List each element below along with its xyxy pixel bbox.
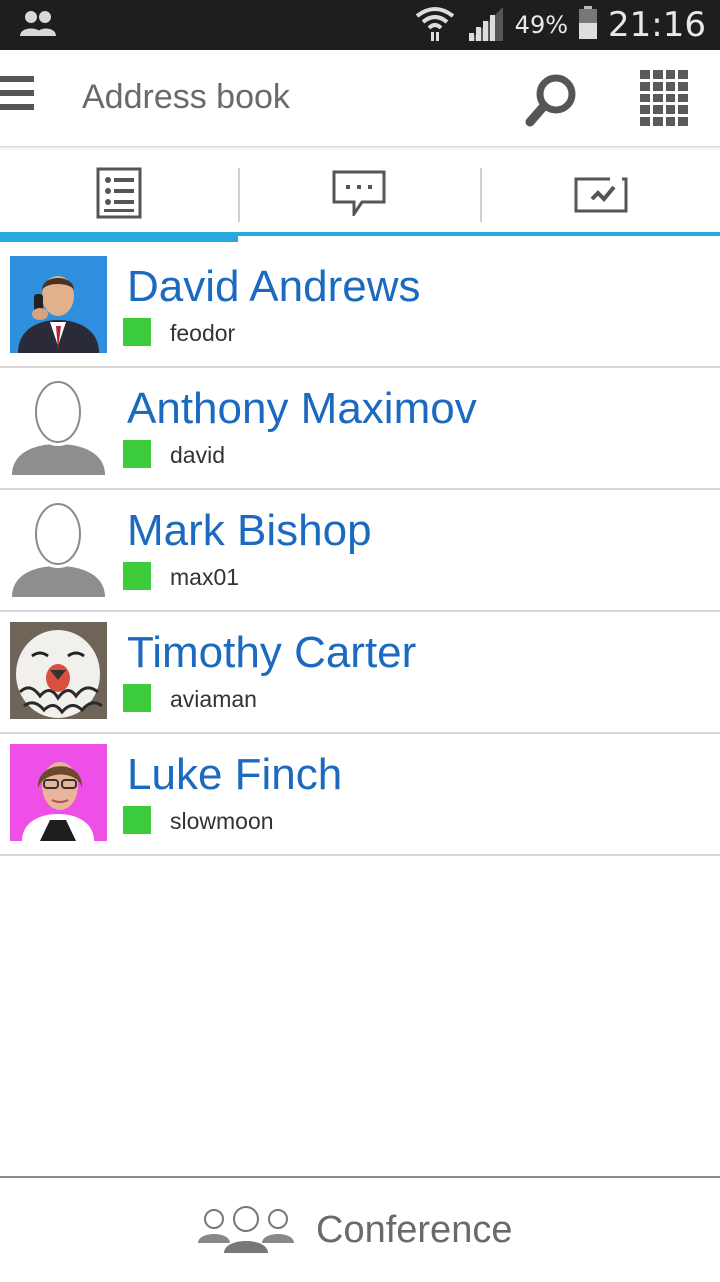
contact-name: Timothy Carter	[127, 628, 417, 677]
contact-name: David Andrews	[127, 262, 421, 311]
contact-login: aviaman	[170, 686, 257, 712]
bottom-bar: Conference	[0, 1176, 720, 1282]
tab-history[interactable]	[482, 150, 720, 240]
online-status-indicator	[123, 318, 151, 346]
call-history-icon	[574, 173, 628, 218]
battery-percent: 49%	[514, 11, 569, 39]
online-status-indicator	[123, 562, 151, 590]
avatar	[10, 744, 107, 841]
list-item[interactable]: David Andrews feodor	[0, 246, 720, 368]
contact-login: david	[170, 442, 225, 468]
page-title: Address book	[82, 78, 290, 116]
online-status-indicator	[123, 684, 151, 712]
avatar	[10, 256, 107, 353]
contact-name: Mark Bishop	[127, 506, 372, 555]
app-bar: Address book	[0, 50, 720, 147]
clock: 21:16	[608, 5, 706, 45]
conference-button[interactable]: Conference	[198, 1194, 512, 1266]
menu-icon[interactable]	[0, 76, 34, 120]
status-bar: 49% 21:16	[0, 0, 720, 50]
list-item[interactable]: Timothy Carter aviaman	[0, 612, 720, 734]
contact-login: slowmoon	[170, 808, 274, 834]
contact-list: David Andrews feodor Anthony Maximov dav…	[0, 246, 720, 856]
search-icon[interactable]	[524, 72, 580, 128]
online-status-indicator	[123, 806, 151, 834]
list-item[interactable]: Luke Finch slowmoon	[0, 734, 720, 856]
contact-name: Anthony Maximov	[127, 384, 477, 433]
contacts-notification-icon	[18, 8, 58, 45]
contact-login: max01	[170, 564, 240, 590]
keypad-icon[interactable]	[640, 70, 688, 126]
list-item[interactable]: Mark Bishop max01	[0, 490, 720, 612]
default-avatar-icon	[10, 378, 107, 475]
list-item[interactable]: Anthony Maximov david	[0, 368, 720, 490]
wifi-icon	[415, 4, 455, 47]
contacts-list-icon	[96, 167, 142, 224]
contact-login: feodor	[170, 320, 236, 346]
signal-icon	[465, 5, 505, 46]
conference-label: Conference	[316, 1208, 513, 1251]
conference-icon	[198, 1203, 294, 1258]
active-tab-indicator	[0, 232, 238, 242]
tab-contacts[interactable]	[0, 150, 238, 240]
online-status-indicator	[123, 440, 151, 468]
chat-icon	[332, 170, 386, 221]
contact-name: Luke Finch	[127, 750, 343, 799]
default-avatar-icon	[10, 500, 107, 597]
battery-icon	[578, 5, 598, 45]
tab-chat[interactable]	[240, 150, 478, 240]
avatar	[10, 622, 107, 719]
